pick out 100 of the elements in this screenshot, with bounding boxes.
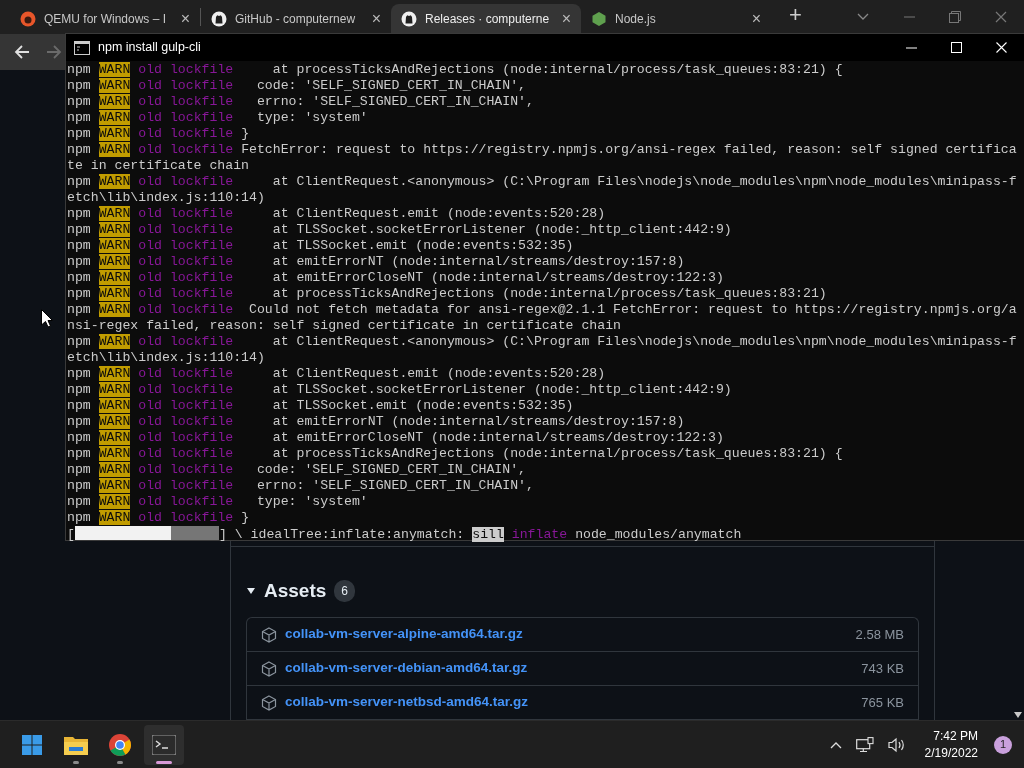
file-size: 743 KB [861,659,904,678]
log-tag: old lockfile [138,94,234,109]
log-tag: old lockfile [138,510,234,525]
browser-tab[interactable]: Releases · computerne × [391,4,581,34]
log-level: WARN [98,398,131,413]
monitor-icon [855,736,874,753]
log-level: WARN [98,510,131,525]
browser-tab[interactable]: QEMU for Windows – I × [10,4,200,34]
asset-link[interactable]: collab-vm-server-debian-amd64.tar.gz [285,658,528,679]
log-message: } [240,510,250,525]
log-level: WARN [98,478,131,493]
log-tag: old lockfile [138,462,234,477]
log-message: Could not fetch metadata for ansi-regex@2.1.1 FetchError: request to https://registry.npmjs.org/a [248,302,1017,317]
browser-logo-icon [109,733,131,756]
console-icon [74,40,90,55]
log-message: at emitErrorNT (node:internal/streams/destroy:157:8) [271,254,685,269]
log-tag: old lockfile [138,382,234,397]
package-icon [261,694,277,711]
log-message: } [240,126,250,141]
log-level: WARN [98,222,131,237]
notification-badge[interactable]: 1 [994,735,1012,754]
restore-icon [949,11,961,23]
log-message: at ClientRequest.emit (node:events:520:28) [271,206,606,221]
log-prefix: npm [67,382,91,397]
log-message: code: 'SELF_SIGNED_CERT_IN_CHAIN', [255,78,527,93]
log-prefix: npm [67,286,91,301]
log-level: WARN [98,494,131,509]
log-message: errno: 'SELF_SIGNED_CERT_IN_CHAIN', [255,478,534,493]
asset-link[interactable]: collab-vm-server-alpine-amd64.tar.gz [285,624,523,645]
chevron-up-icon [829,740,842,749]
log-tag: old lockfile [138,414,234,429]
log-level: WARN [98,206,131,221]
log-tag: old lockfile [138,398,234,413]
clock-time[interactable]: 7:42 PM [924,728,978,745]
clock-date[interactable]: 2/19/2022 [924,744,978,761]
tab-close-button[interactable]: × [747,11,765,27]
minimize-icon [906,46,917,49]
log-tag: old lockfile [138,174,234,189]
log-message: code: 'SELF_SIGNED_CERT_IN_CHAIN', [255,462,527,477]
log-prefix: npm [67,414,91,429]
log-level: WARN [98,366,131,381]
bracket: [ [67,527,75,542]
tab-title: QEMU for Windows – I [44,11,167,28]
log-level: WARN [98,430,131,445]
log-prefix: npm [67,430,91,445]
log-tag: old lockfile [138,270,234,285]
count-badge: 6 [334,579,355,602]
log-prefix: npm [67,334,91,349]
tab-close-button[interactable]: × [557,11,575,27]
browser-tab[interactable]: GitHub - computernew × [201,4,391,34]
file-size: 2.58 MB [855,625,904,644]
log-prefix: npm [67,142,91,157]
log-message: nsi-regex failed, reason: self signed certificate in certificate chain [67,318,621,333]
log-tag: inflate [511,527,568,542]
log-tag: old lockfile [138,494,234,509]
scroll-down-arrow-icon[interactable] [1014,712,1022,718]
log-tag: old lockfile [138,222,234,237]
browser-tab[interactable]: Node.js × [581,4,771,34]
terminal-button[interactable] [144,724,184,765]
log-message: at TLSSocket.emit (node:events:532:35) [271,398,574,413]
log-level: WARN [98,286,131,301]
tab-close-button[interactable]: × [367,11,385,27]
log-level: WARN [98,94,131,109]
log-prefix: npm [67,62,91,77]
log-message: type: 'system' [255,110,368,125]
log-prefix: npm [67,174,91,189]
log-message: at ClientRequest.<anonymous> (C:\Program Files\nodejs\node_modules\npm\node_modules\minipass-f [271,174,1017,189]
log-prefix: npm [67,222,91,237]
minimize-icon [903,16,915,18]
assets-toggle[interactable] [246,585,256,596]
asset-link[interactable]: collab-vm-server-netbsd-amd64.tar.gz [285,692,529,713]
log-tag: old lockfile [138,142,234,157]
log-message: at TLSSocket.emit (node:events:532:35) [271,238,574,253]
terminal-icon [152,734,176,755]
log-level: WARN [98,142,131,157]
log-level: WARN [98,270,131,285]
new-tab-button[interactable]: + [781,4,810,26]
tab-close-button[interactable]: × [176,11,194,27]
log-level: WARN [98,382,131,397]
log-message: FetchError: request to https://registry.npmjs.org/ansi-regex failed, reason: self signed certifica [240,142,1017,157]
log-prefix: npm [67,462,91,477]
log-message: te in certificate chain [67,158,250,173]
cat-logo-icon [211,11,227,27]
log-level: WARN [98,126,131,141]
log-message: at processTicksAndRejections (node:internal/process/task_queues:83:21) { [271,446,843,461]
close-icon [996,42,1007,53]
log-message: at ClientRequest.<anonymous> (C:\Program Files\nodejs\node_modules\npm\node_modules\minipass-f [271,334,1017,349]
log-message: at emitErrorCloseNT (node:internal/streams/destroy:122:3) [271,430,724,445]
windows-logo-icon [22,734,42,755]
log-message: type: 'system' [255,494,368,509]
package-icon [261,660,277,677]
log-prefix: npm [67,478,91,493]
log-message: at ClientRequest.emit (node:events:520:28) [271,366,606,381]
hexagon-icon [591,11,607,27]
log-message: at TLSSocket.socketErrorListener (node:_http_client:442:9) [271,222,732,237]
log-tag: old lockfile [138,446,234,461]
log-prefix: npm [67,398,91,413]
log-level: sill [472,527,504,542]
mouse-pointer-icon [41,309,53,328]
log-tag: old lockfile [138,302,234,317]
